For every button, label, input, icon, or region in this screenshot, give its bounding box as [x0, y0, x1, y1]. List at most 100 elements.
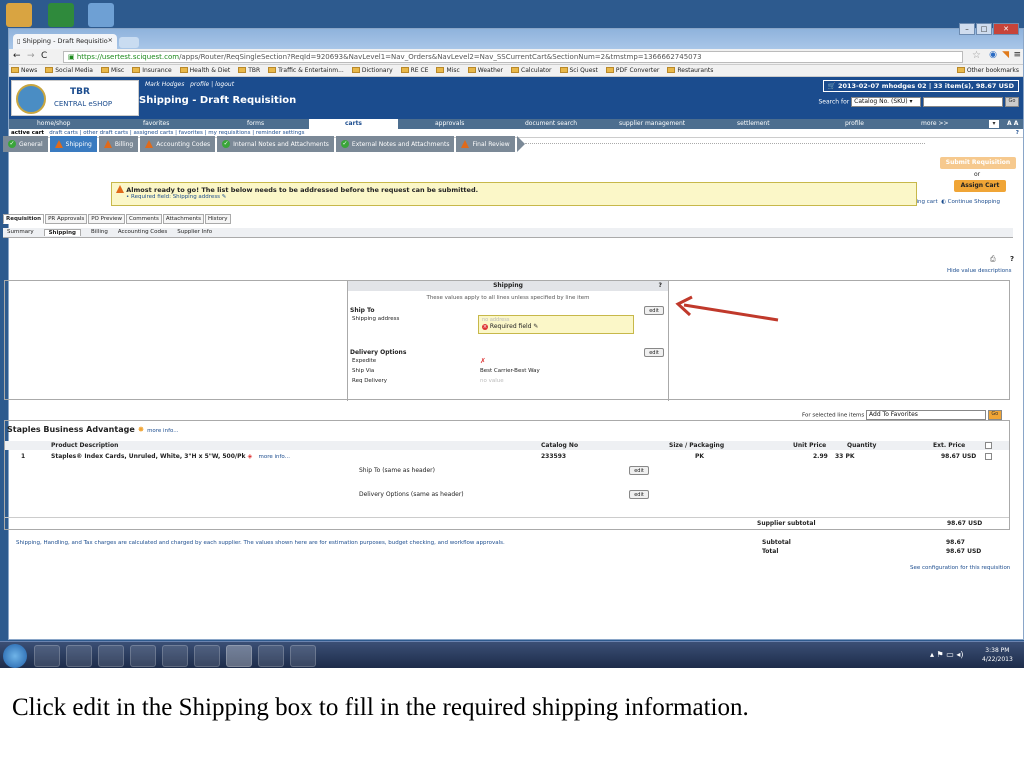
assign-cart-button[interactable]: Assign Cart: [954, 180, 1006, 192]
forward-icon[interactable]: →: [27, 51, 35, 61]
line-quantity[interactable]: 33 PK: [835, 453, 855, 460]
document-desktop-icon[interactable]: [88, 3, 114, 27]
nav-home-shop[interactable]: home/shop: [37, 120, 70, 127]
bookmark-health[interactable]: Health & Diet: [179, 67, 230, 74]
bookmark-insurance[interactable]: Insurance: [132, 67, 172, 74]
warning-item-link[interactable]: Required field: Shipping address: [131, 194, 220, 200]
step-internal-notes[interactable]: ✓ Internal Notes and Attachments: [217, 136, 334, 152]
bookmark-traffic[interactable]: Traffic & Entertainm...: [268, 67, 344, 74]
url-input[interactable]: ▣ https://usertest.sciquest.com/apps/Rou…: [63, 51, 963, 63]
clock[interactable]: 3:38 PM 4/22/2013: [982, 646, 1013, 664]
powerpoint-icon[interactable]: [290, 645, 316, 667]
new-tab-button[interactable]: [119, 37, 139, 48]
bookmark-weather[interactable]: Weather: [467, 67, 503, 74]
submit-requisition-button[interactable]: Submit Requisition: [940, 157, 1016, 169]
step-general[interactable]: ✓ General: [3, 136, 48, 152]
hide-value-descriptions-link[interactable]: Hide value descriptions: [947, 268, 1012, 274]
item-tag-icon[interactable]: ◈: [248, 453, 253, 460]
bookmark-sciquest[interactable]: Sci Quest: [559, 67, 598, 74]
step-shipping[interactable]: Shipping: [49, 136, 97, 152]
word-icon[interactable]: [258, 645, 284, 667]
bookmark-dictionary[interactable]: Dictionary: [351, 67, 393, 74]
step-external-notes[interactable]: ✓ External Notes and Attachments: [335, 136, 455, 152]
close-icon[interactable]: ×: [108, 36, 113, 44]
see-configuration-link[interactable]: See configuration for this requisition: [910, 565, 1010, 571]
bookmark-tbr[interactable]: TBR: [238, 67, 260, 74]
app-icon[interactable]: [162, 645, 188, 667]
search-input[interactable]: [923, 97, 1004, 107]
subtab-shipping[interactable]: Shipping: [43, 229, 81, 236]
subtab-supplier-info[interactable]: Supplier Info: [177, 229, 212, 236]
pencil-icon[interactable]: ✎: [533, 323, 538, 330]
start-button[interactable]: [3, 644, 27, 668]
nav-profile[interactable]: profile: [845, 120, 864, 127]
subtab-help-icon[interactable]: ?: [1010, 255, 1014, 263]
step-accounting-codes[interactable]: Accounting Codes: [140, 136, 216, 152]
tab-comments[interactable]: Comments: [126, 214, 162, 224]
tab-po-preview[interactable]: PO Preview: [88, 214, 126, 224]
continue-shopping-link[interactable]: Continue Shopping: [948, 199, 1000, 205]
product-name-link[interactable]: Staples® Index Cards, Unruled, White, 3"…: [51, 453, 245, 460]
subtab-billing[interactable]: Billing: [91, 229, 108, 236]
line-delivery-edit-button[interactable]: edit: [629, 490, 649, 499]
media-player-icon[interactable]: [98, 645, 124, 667]
bookmark-rece[interactable]: RE CE: [400, 67, 428, 74]
step-final-review[interactable]: Final Review: [456, 136, 515, 152]
bookmark-misc-2[interactable]: Misc: [436, 67, 460, 74]
browser-tab[interactable]: ▯ Shipping - Draft Requisitio ×: [13, 34, 117, 49]
printer-icon[interactable]: ⎙: [990, 255, 996, 264]
nav-favorites[interactable]: favorites: [143, 120, 169, 127]
nav-approvals[interactable]: approvals: [435, 120, 464, 127]
bookmark-misc[interactable]: Misc: [100, 67, 124, 74]
bookmark-news[interactable]: News: [11, 67, 37, 74]
subtab-accounting-codes[interactable]: Accounting Codes: [118, 229, 167, 236]
delivery-edit-button[interactable]: edit: [644, 348, 664, 357]
folder-desktop-icon[interactable]: [6, 3, 32, 27]
supplier-more-info-link[interactable]: more info...: [147, 428, 178, 434]
dropdown-icon[interactable]: ▾: [989, 120, 999, 128]
close-window-icon[interactable]: ✕: [993, 23, 1019, 35]
shipping-help-icon[interactable]: ?: [659, 281, 662, 291]
help-icon[interactable]: ?: [1016, 130, 1019, 136]
line-action-select[interactable]: Add To Favorites: [866, 410, 987, 420]
tab-requisition[interactable]: Requisition: [3, 214, 45, 224]
pencil-icon[interactable]: ✎: [222, 194, 227, 200]
profile-link[interactable]: profile: [190, 81, 209, 88]
outlook-icon[interactable]: [194, 645, 220, 667]
notepad-icon[interactable]: [130, 645, 156, 667]
ship-to-edit-button[interactable]: edit: [644, 306, 664, 315]
other-bookmarks[interactable]: Other bookmarks: [956, 67, 1019, 74]
tbr-logo[interactable]: TBR CENTRAL eSHOP: [11, 80, 139, 116]
subtab-summary[interactable]: Summary: [7, 229, 34, 236]
search-scope-select[interactable]: Catalog No. (SKU) ▾: [851, 97, 922, 107]
explorer-icon[interactable]: [66, 645, 92, 667]
excel-desktop-icon[interactable]: [48, 3, 74, 27]
nav-document-search[interactable]: document search: [525, 120, 577, 127]
logout-link[interactable]: logout: [215, 81, 234, 88]
tab-attachments[interactable]: Attachments: [162, 214, 204, 224]
star-icon[interactable]: ☆: [972, 50, 981, 61]
maximize-icon[interactable]: □: [976, 23, 992, 35]
back-icon[interactable]: ←: [13, 51, 21, 61]
extension-icon[interactable]: ◉: [989, 50, 997, 60]
step-billing[interactable]: Billing: [98, 136, 139, 152]
minimize-icon[interactable]: –: [959, 23, 975, 35]
menu-icon[interactable]: ≡: [1013, 50, 1021, 60]
bookmark-restaurants[interactable]: Restaurants: [667, 67, 713, 74]
rss-icon[interactable]: ◥: [1002, 50, 1009, 60]
bookmark-social-media[interactable]: Social Media: [45, 67, 93, 74]
line-action-go-button[interactable]: Go: [987, 410, 1002, 420]
text-size-control[interactable]: A A: [1007, 120, 1018, 127]
nav-forms[interactable]: forms: [247, 120, 264, 127]
nav-settlement[interactable]: settlement: [737, 120, 770, 127]
ie-icon[interactable]: [34, 645, 60, 667]
reload-icon[interactable]: C: [41, 51, 47, 61]
search-go-button[interactable]: Go: [1005, 97, 1019, 107]
tab-pr-approvals[interactable]: PR Approvals: [45, 214, 88, 224]
bookmark-calculator[interactable]: Calculator: [511, 67, 552, 74]
chrome-icon[interactable]: [226, 645, 252, 667]
nav-more[interactable]: more >>: [921, 120, 949, 127]
nav-supplier-management[interactable]: supplier management: [619, 120, 685, 127]
select-all-checkbox[interactable]: [985, 442, 992, 449]
tray-icons[interactable]: ▴ ⚑ ▭ ◂): [930, 650, 964, 659]
